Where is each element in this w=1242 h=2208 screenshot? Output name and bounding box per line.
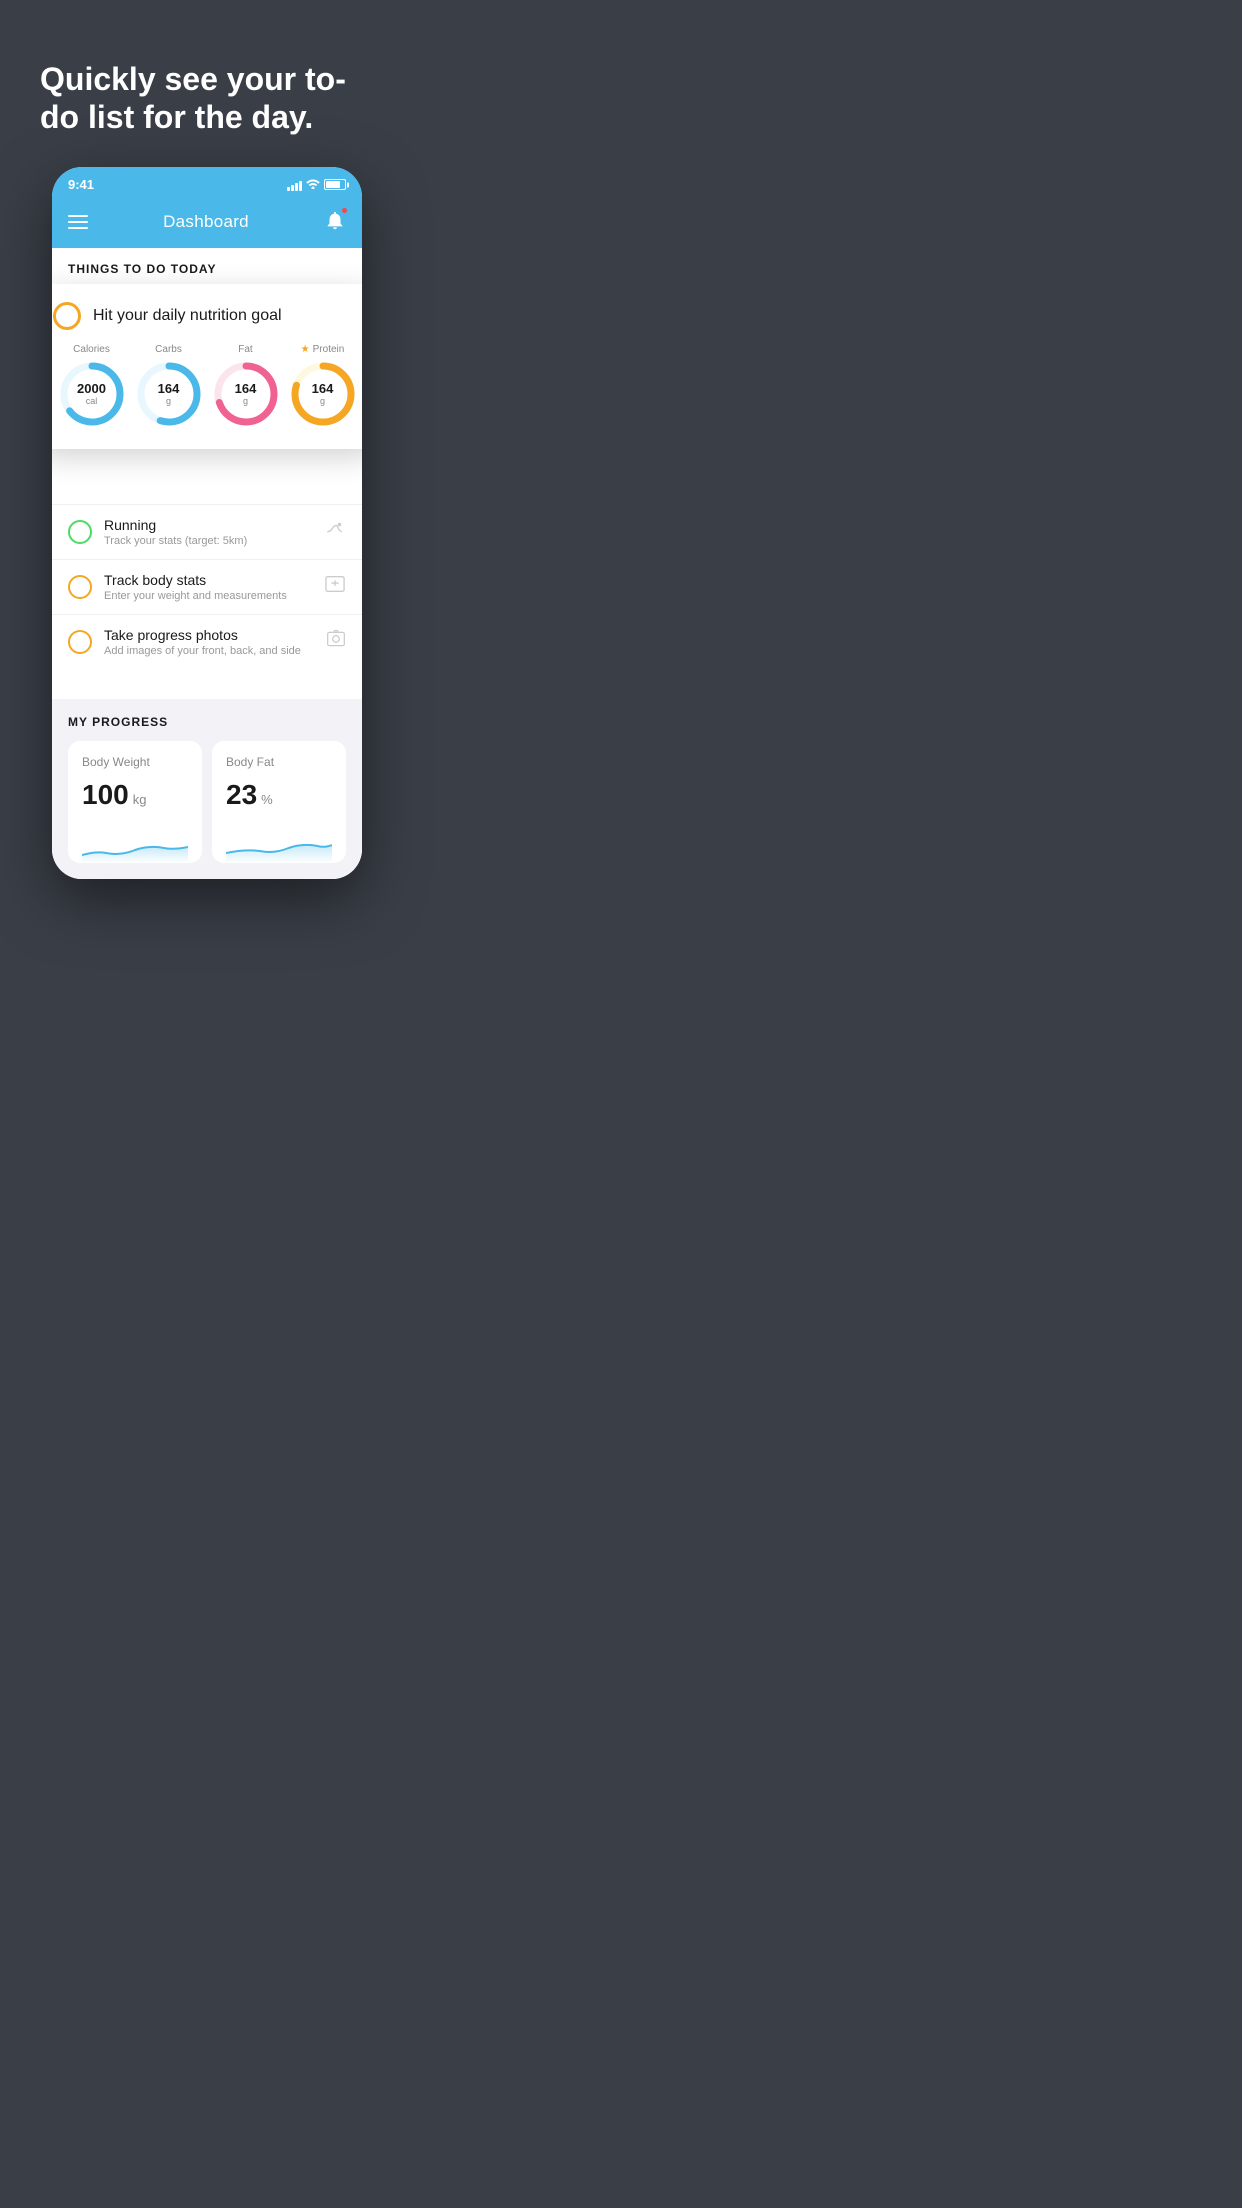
nutrition-grid: Calories 2000 cal <box>53 344 361 429</box>
nutrition-calories: Calories 2000 cal <box>57 344 127 429</box>
body-weight-value: 100 <box>82 779 129 811</box>
body-fat-unit: % <box>261 792 273 807</box>
progress-cards-grid: Body Weight 100 kg <box>68 741 346 863</box>
protein-label: ★ Protein <box>301 344 345 355</box>
status-time: 9:41 <box>68 177 94 192</box>
nutrition-carbs: Carbs 164 g <box>134 344 204 429</box>
calories-donut: 2000 cal <box>57 359 127 429</box>
todo-body-stats[interactable]: Track body stats Enter your weight and m… <box>52 559 362 614</box>
body-fat-label: Body Fat <box>226 755 332 769</box>
signal-icon <box>287 179 302 191</box>
star-icon: ★ <box>301 344 310 355</box>
photos-title: Take progress photos <box>104 627 314 643</box>
nutrition-popup-card: Hit your daily nutrition goal Calories <box>52 284 362 449</box>
fat-label: Fat <box>238 344 252 355</box>
popup-area: Hit your daily nutrition goal Calories <box>52 284 362 504</box>
carbs-donut: 164 g <box>134 359 204 429</box>
body-stats-title: Track body stats <box>104 572 312 588</box>
photos-check-circle <box>68 630 92 654</box>
nutrition-protein: ★ Protein 164 g <box>288 344 358 429</box>
nutrition-fat: Fat 164 g <box>211 344 281 429</box>
status-bar: 9:41 <box>52 167 362 199</box>
body-weight-unit: kg <box>133 792 147 807</box>
todo-running[interactable]: Running Track your stats (target: 5km) <box>52 504 362 559</box>
progress-section: MY PROGRESS Body Weight 100 kg <box>52 699 362 879</box>
notification-dot <box>341 207 348 214</box>
phone-content: THINGS TO DO TODAY Hit your daily nutrit… <box>52 248 362 879</box>
section-things-to-do-header: THINGS TO DO TODAY <box>52 248 362 284</box>
carbs-label: Carbs <box>155 344 182 355</box>
body-stats-subtitle: Enter your weight and measurements <box>104 590 312 602</box>
protein-donut: 164 g <box>288 359 358 429</box>
wifi-icon <box>306 177 320 192</box>
body-weight-chart <box>82 823 188 863</box>
photos-subtitle: Add images of your front, back, and side <box>104 645 314 657</box>
status-icons <box>287 177 346 192</box>
hero-section: Quickly see your to-do list for the day. <box>0 0 414 167</box>
scale-icon <box>324 574 346 599</box>
spacer <box>52 669 362 699</box>
body-stats-check-circle <box>68 575 92 599</box>
phone-frame: 9:41 <box>52 167 362 879</box>
running-check-circle <box>68 520 92 544</box>
progress-title: MY PROGRESS <box>68 715 346 729</box>
app-title: Dashboard <box>163 212 249 232</box>
fat-donut: 164 g <box>211 359 281 429</box>
running-title: Running <box>104 517 312 533</box>
hero-title: Quickly see your to-do list for the day. <box>40 60 374 137</box>
body-fat-chart <box>226 823 332 863</box>
body-fat-card[interactable]: Body Fat 23 % <box>212 741 346 863</box>
body-weight-card[interactable]: Body Weight 100 kg <box>68 741 202 863</box>
calories-label: Calories <box>73 344 110 355</box>
app-header: Dashboard <box>52 199 362 248</box>
body-weight-label: Body Weight <box>82 755 188 769</box>
running-subtitle: Track your stats (target: 5km) <box>104 535 312 547</box>
battery-icon <box>324 179 346 190</box>
running-icon <box>324 520 346 543</box>
body-fat-value: 23 <box>226 779 257 811</box>
menu-button[interactable] <box>68 215 88 229</box>
nutrition-card-title: Hit your daily nutrition goal <box>93 307 282 325</box>
notification-button[interactable] <box>324 209 346 236</box>
nutrition-check-circle[interactable] <box>53 302 81 330</box>
phone-wrapper: 9:41 <box>0 167 414 919</box>
todo-progress-photos[interactable]: Take progress photos Add images of your … <box>52 614 362 669</box>
photo-icon <box>326 629 346 654</box>
